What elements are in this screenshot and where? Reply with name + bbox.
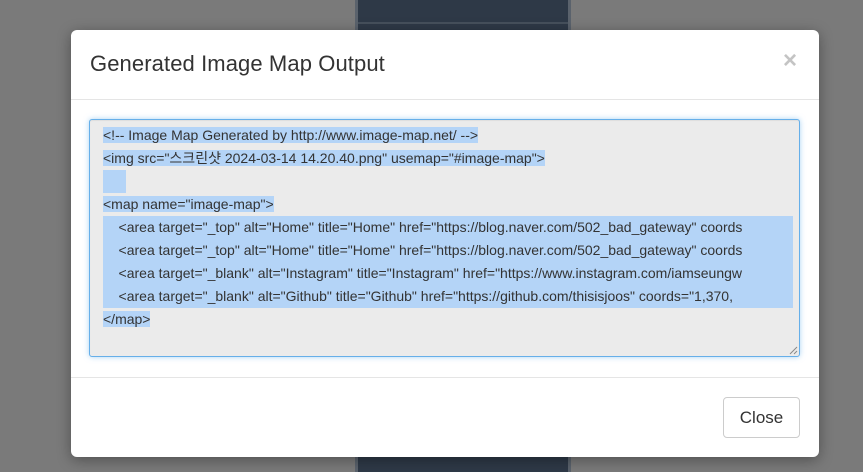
code-line-3 [103,170,793,193]
modal-body: <!-- Image Map Generated by http://www.i… [71,100,819,377]
output-textarea[interactable]: <!-- Image Map Generated by http://www.i… [89,119,800,357]
code-line-6: <area target="_top" alt="Home" title="Ho… [103,239,793,262]
close-button[interactable]: Close [723,397,800,438]
close-icon[interactable]: × [780,48,800,74]
code-line-1: <!-- Image Map Generated by http://www.i… [103,127,479,143]
modal-header: Generated Image Map Output × [71,30,819,100]
image-map-output-dialog: Generated Image Map Output × <!-- Image … [71,30,819,457]
modal-footer: Close [71,377,819,457]
code-line-2: <img src="스크린샷 2024-03-14 14.20.40.png" … [103,150,545,166]
background-panel-bottom [355,455,571,472]
code-line-9: </map> [103,311,151,327]
modal-title: Generated Image Map Output [90,51,385,76]
code-line-4: <map name="image-map"> [103,196,274,212]
code-line-7: <area target="_blank" alt="Instagram" ti… [103,262,793,285]
code-line-8: <area target="_blank" alt="Github" title… [103,285,793,308]
resize-grip-icon[interactable] [788,345,798,355]
code-lines: <!-- Image Map Generated by http://www.i… [103,124,793,331]
background-panel-top [355,0,571,32]
code-line-5: <area target="_top" alt="Home" title="Ho… [103,216,793,239]
